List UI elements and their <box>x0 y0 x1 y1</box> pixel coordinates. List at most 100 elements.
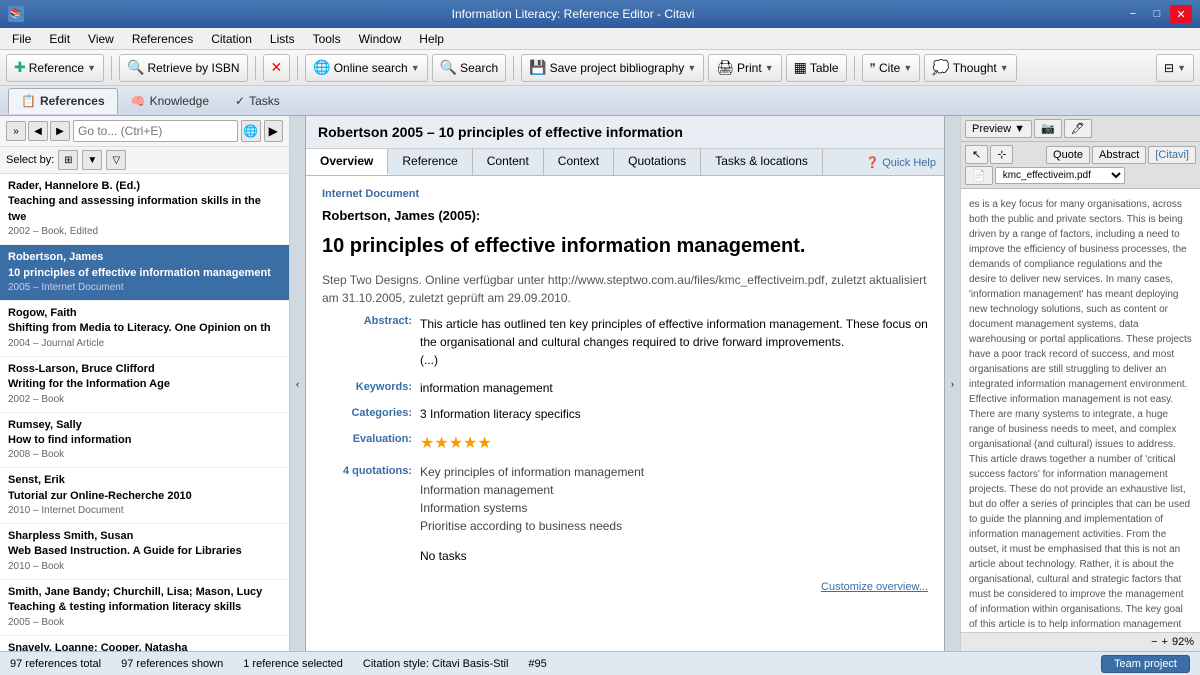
team-project-button[interactable]: Team project <box>1101 655 1190 673</box>
tasks-value: No tasks <box>420 549 928 563</box>
quick-help[interactable]: ❓ Quick Help <box>857 149 944 175</box>
list-item-selected[interactable]: Robertson, James 10 principles of effect… <box>0 245 289 301</box>
select-icon[interactable]: ⊹ <box>990 145 1013 164</box>
abstract-button[interactable]: Abstract <box>1092 146 1146 164</box>
thought-label: Thought <box>953 61 997 75</box>
main-title: 10 principles of effective information m… <box>322 233 928 259</box>
minimize-button[interactable]: − <box>1122 5 1144 23</box>
preview-icon-btn1[interactable]: 📷 <box>1034 119 1062 138</box>
tasks-label <box>322 549 412 563</box>
preview-dropdown-button[interactable]: Preview ▼ <box>965 120 1032 138</box>
sep3 <box>297 56 298 80</box>
globe-nav-icon[interactable]: 🌐 <box>241 120 261 142</box>
print-label: Print <box>737 61 762 75</box>
keywords-row: Keywords: information management <box>322 381 928 395</box>
list-item[interactable]: Sharpless Smith, Susan Web Based Instruc… <box>0 524 289 580</box>
dropdown-arrow7-icon: ▼ <box>1177 63 1186 73</box>
list-item[interactable]: Ross-Larson, Bruce Clifford Writing for … <box>0 357 289 413</box>
sep2 <box>255 56 256 80</box>
tab-overview[interactable]: Overview <box>306 149 388 175</box>
maximize-button[interactable]: □ <box>1146 5 1168 23</box>
filter-icon2[interactable]: ▼ <box>82 150 102 170</box>
tab-tasks[interactable]: ✓ Tasks <box>222 88 293 114</box>
list-item[interactable]: Snavely, Loanne; Cooper, Natasha The inf… <box>0 636 289 651</box>
menu-citation[interactable]: Citation <box>203 30 260 48</box>
search-input[interactable] <box>73 120 238 142</box>
save-bib-label: Save project bibliography <box>550 61 685 75</box>
sep1 <box>111 56 112 80</box>
reference-button[interactable]: ✚ Reference ▼ <box>6 54 104 82</box>
tasks-icon: ✓ <box>235 94 245 108</box>
tab-reference[interactable]: Reference <box>388 149 472 175</box>
quotation-item: Prioritise according to business needs <box>420 519 928 533</box>
list-item[interactable]: Senst, Erik Tutorial zur Online-Recherch… <box>0 468 289 524</box>
menu-lists[interactable]: Lists <box>262 30 303 48</box>
tab-quotations[interactable]: Quotations <box>614 149 701 175</box>
quotation-item: Information systems <box>420 501 928 515</box>
close-button[interactable]: ✕ <box>1170 5 1192 23</box>
cite-button[interactable]: ❞ Cite ▼ <box>862 54 921 82</box>
globe-icon: 🌐 <box>313 59 330 76</box>
author-info: Robertson, James (2005): <box>322 208 928 223</box>
list-item[interactable]: Rogow, Faith Shifting from Media to Lite… <box>0 301 289 357</box>
filter-icon1[interactable]: ⊞ <box>58 150 78 170</box>
quote-button[interactable]: Quote <box>1046 146 1090 164</box>
dropdown-arrow2-icon: ▼ <box>411 63 420 73</box>
left-collapse-button[interactable]: ‹ <box>290 116 306 651</box>
search-button[interactable]: 🔍 Search <box>432 54 506 82</box>
online-search-button[interactable]: 🌐 Online search ▼ <box>305 54 427 82</box>
reference-list: Rader, Hannelore B. (Ed.) Teaching and a… <box>0 174 289 651</box>
tab-knowledge[interactable]: 🧠 Knowledge <box>118 88 222 114</box>
customize-link[interactable]: Customize overview... <box>821 581 928 593</box>
layout-button[interactable]: ⊟ ▼ <box>1156 54 1194 82</box>
star-rating[interactable]: ★★★★★ <box>420 435 492 452</box>
delete-button[interactable]: ✕ <box>263 54 291 82</box>
dropdown-arrow4-icon: ▼ <box>765 63 774 73</box>
menu-references[interactable]: References <box>124 30 201 48</box>
back-button[interactable]: ◀ <box>28 121 48 141</box>
menu-edit[interactable]: Edit <box>41 30 78 48</box>
menu-help[interactable]: Help <box>411 30 452 48</box>
tab-references[interactable]: 📋 References <box>8 88 118 114</box>
arrow-right-icon[interactable]: ▶ <box>264 120 284 142</box>
left-panel: » ◀ ▶ 🌐 ▶ Select by: ⊞ ▼ ▽ Rader, Hannel… <box>0 116 290 651</box>
cursor-icon[interactable]: ↖ <box>965 145 988 164</box>
citation-style: Citation style: Citavi Basis-Stil <box>363 658 509 670</box>
tab-bar: 📋 References 🧠 Knowledge ✓ Tasks <box>0 86 1200 116</box>
online-search-label: Online search <box>334 61 408 75</box>
tab-tasks-locations[interactable]: Tasks & locations <box>701 149 823 175</box>
zoom-out-icon[interactable]: − <box>1151 636 1157 648</box>
tasks-tab-label: Tasks <box>249 94 280 108</box>
center-panel: Robertson 2005 – 10 principles of effect… <box>306 116 944 651</box>
quotations-row: 4 quotations: Key principles of informat… <box>322 465 928 537</box>
save-bib-button[interactable]: 💾 Save project bibliography ▼ <box>521 54 704 82</box>
menu-view[interactable]: View <box>80 30 122 48</box>
zoom-in-icon[interactable]: + <box>1162 636 1168 648</box>
citavi-badge: [Citavi] <box>1148 146 1196 164</box>
list-item[interactable]: Rader, Hannelore B. (Ed.) Teaching and a… <box>0 174 289 245</box>
dropdown-arrow-icon: ▼ <box>87 63 96 73</box>
menu-bar: File Edit View References Citation Lists… <box>0 28 1200 50</box>
file-selector[interactable]: kmc_effectiveim.pdf <box>995 167 1125 184</box>
menu-file[interactable]: File <box>4 30 39 48</box>
thought-button[interactable]: 💭 Thought ▼ <box>924 54 1016 82</box>
forward-button[interactable]: ▶ <box>50 121 70 141</box>
print-button[interactable]: 🖨 Print ▼ <box>708 54 781 82</box>
preview-toolbar: Preview ▼ 📷 🖊 <box>961 116 1200 142</box>
expand-button[interactable]: » <box>6 121 26 141</box>
menu-tools[interactable]: Tools <box>305 30 349 48</box>
filter-icon3[interactable]: ▽ <box>106 150 126 170</box>
right-collapse-button[interactable]: › <box>944 116 960 651</box>
quotations-label: 4 quotations: <box>322 465 412 537</box>
list-item[interactable]: Rumsey, Sally How to find information 20… <box>0 413 289 469</box>
tab-content[interactable]: Content <box>473 149 544 175</box>
table-button[interactable]: ▦ Table <box>786 54 847 82</box>
preview-toolbar2: ↖ ⊹ Quote Abstract [Citavi] 📄 kmc_effect… <box>961 142 1200 189</box>
tab-context[interactable]: Context <box>544 149 614 175</box>
menu-window[interactable]: Window <box>351 30 410 48</box>
retrieve-isbn-button[interactable]: 🔍 Retrieve by ISBN <box>119 54 247 82</box>
preview-icon-btn2[interactable]: 🖊 <box>1064 119 1092 138</box>
nav-arrows: » ◀ ▶ <box>6 121 70 141</box>
list-item[interactable]: Smith, Jane Bandy; Churchill, Lisa; Maso… <box>0 580 289 636</box>
add-icon: ✚ <box>14 59 26 76</box>
